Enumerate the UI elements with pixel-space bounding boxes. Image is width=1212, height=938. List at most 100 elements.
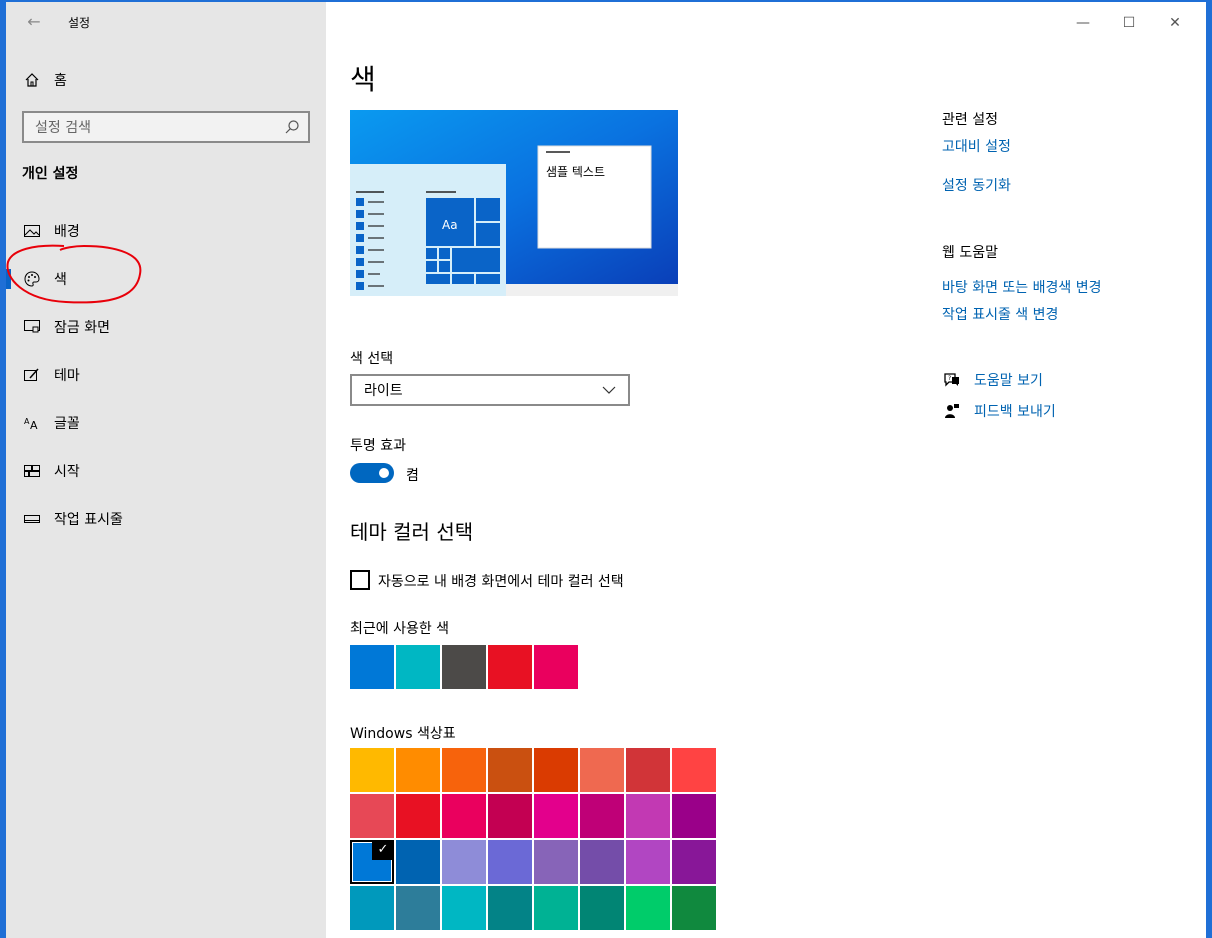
svg-text:?: ? bbox=[948, 375, 951, 382]
lock-screen-icon bbox=[22, 317, 42, 337]
sidebar-item-label: 배경 bbox=[54, 224, 80, 240]
palette-row: ✓ bbox=[350, 840, 718, 884]
red-annotation-circle bbox=[6, 244, 142, 304]
palette-color-swatch[interactable] bbox=[672, 748, 716, 792]
palette-color-swatch[interactable] bbox=[626, 840, 670, 884]
search-placeholder: 설정 검색 bbox=[35, 120, 91, 136]
toggle-knob bbox=[379, 468, 389, 478]
high-contrast-link[interactable]: 고대비 설정 bbox=[942, 136, 1011, 156]
recent-colors bbox=[350, 645, 580, 689]
palette-row bbox=[350, 794, 718, 838]
feedback-row[interactable]: 피드백 보내기 bbox=[942, 401, 1056, 421]
minimize-button[interactable]: — bbox=[1060, 10, 1106, 36]
palette-color-swatch[interactable] bbox=[488, 886, 532, 930]
windows-color-palette: ✓ bbox=[350, 748, 718, 932]
sidebar-item-taskbar[interactable]: 작업 표시줄 bbox=[6, 495, 326, 543]
palette-color-swatch[interactable] bbox=[350, 886, 394, 930]
auto-accent-checkbox[interactable] bbox=[350, 570, 370, 590]
settings-window: ← 설정 홈 설정 검색 개인 설정 배경 색 잠금 화면 테마 A A 글꼴 … bbox=[0, 0, 1212, 938]
window-controls: — ☐ ✕ bbox=[1060, 10, 1198, 36]
change-background-link[interactable]: 바탕 화면 또는 배경색 변경 bbox=[942, 277, 1101, 297]
get-help-row[interactable]: ? 도움말 보기 bbox=[942, 370, 1043, 390]
palette-color-swatch[interactable] bbox=[672, 886, 716, 930]
sidebar-item-label: 글꼴 bbox=[54, 416, 80, 432]
palette-color-swatch[interactable] bbox=[626, 886, 670, 930]
home-label: 홈 bbox=[54, 73, 67, 89]
palette-color-swatch[interactable] bbox=[534, 840, 578, 884]
palette-color-swatch[interactable] bbox=[488, 748, 532, 792]
sidebar-item-label: 잠금 화면 bbox=[54, 320, 110, 336]
sidebar-item-label: 작업 표시줄 bbox=[54, 512, 123, 528]
palette-color-swatch[interactable] bbox=[580, 748, 624, 792]
sidebar-item-lock-screen[interactable]: 잠금 화면 bbox=[6, 303, 326, 351]
get-help-link[interactable]: 도움말 보기 bbox=[974, 370, 1043, 390]
transparency-state: 켬 bbox=[406, 468, 419, 484]
palette-color-swatch[interactable] bbox=[350, 794, 394, 838]
sidebar-item-label: 테마 bbox=[54, 368, 80, 384]
palette-color-swatch[interactable] bbox=[534, 886, 578, 930]
palette-color-swatch[interactable] bbox=[396, 748, 440, 792]
palette-color-swatch[interactable] bbox=[350, 748, 394, 792]
palette-color-swatch[interactable]: ✓ bbox=[350, 840, 394, 884]
maximize-button[interactable]: ☐ bbox=[1106, 10, 1152, 36]
svg-text:A: A bbox=[30, 419, 38, 430]
page-title: 색 bbox=[350, 63, 376, 96]
recent-color-swatch[interactable] bbox=[442, 645, 486, 689]
palette-color-swatch[interactable] bbox=[488, 840, 532, 884]
sidebar-item-themes[interactable]: 테마 bbox=[6, 351, 326, 399]
sidebar-item-start[interactable]: 시작 bbox=[6, 447, 326, 495]
palette-color-swatch[interactable] bbox=[396, 886, 440, 930]
recent-color-swatch[interactable] bbox=[396, 645, 440, 689]
picture-icon bbox=[22, 221, 42, 241]
palette-color-swatch[interactable] bbox=[442, 840, 486, 884]
choose-color-label: 색 선택 bbox=[350, 351, 394, 367]
palette-color-swatch[interactable] bbox=[396, 840, 440, 884]
preview-sample-text: 샘플 텍스트 bbox=[546, 165, 605, 179]
transparency-toggle[interactable] bbox=[350, 463, 394, 483]
auto-accent-label: 자동으로 내 배경 화면에서 테마 컬러 선택 bbox=[378, 574, 624, 590]
content-pane: — ☐ ✕ 색 Aa 샘플 텍스트 색 선택 라이트 투명 효과 켬 테마 컬러… bbox=[326, 2, 1206, 938]
feedback-person-icon bbox=[942, 401, 962, 421]
palette-color-swatch[interactable] bbox=[534, 748, 578, 792]
choose-color-value: 라이트 bbox=[364, 383, 403, 399]
palette-color-swatch[interactable] bbox=[442, 886, 486, 930]
accent-color-heading: 테마 컬러 선택 bbox=[350, 520, 474, 544]
preview-tile-text: Aa bbox=[442, 218, 458, 232]
back-arrow-icon[interactable]: ← bbox=[24, 12, 44, 32]
palette-color-swatch[interactable] bbox=[396, 794, 440, 838]
palette-color-swatch[interactable] bbox=[672, 840, 716, 884]
palette-color-swatch[interactable] bbox=[626, 794, 670, 838]
palette-color-swatch[interactable] bbox=[442, 794, 486, 838]
recent-color-swatch[interactable] bbox=[350, 645, 394, 689]
home-nav-item[interactable]: 홈 bbox=[22, 68, 67, 92]
checkmark-icon: ✓ bbox=[372, 840, 394, 860]
palette-row bbox=[350, 748, 718, 792]
settings-search-box[interactable]: 설정 검색 bbox=[22, 111, 310, 143]
palette-color-swatch[interactable] bbox=[672, 794, 716, 838]
choose-color-dropdown[interactable]: 라이트 bbox=[350, 374, 630, 406]
web-help-heading: 웹 도움말 bbox=[942, 245, 998, 261]
change-taskbar-color-link[interactable]: 작업 표시줄 색 변경 bbox=[942, 304, 1058, 324]
chevron-down-icon bbox=[602, 383, 616, 397]
palette-color-swatch[interactable] bbox=[580, 840, 624, 884]
taskbar-icon bbox=[22, 509, 42, 529]
recent-color-swatch[interactable] bbox=[534, 645, 578, 689]
search-icon[interactable] bbox=[284, 119, 300, 135]
recent-color-swatch[interactable] bbox=[488, 645, 532, 689]
sync-settings-link[interactable]: 설정 동기화 bbox=[942, 175, 1011, 195]
sidebar: ← 설정 홈 설정 검색 개인 설정 배경 색 잠금 화면 테마 A A 글꼴 … bbox=[6, 2, 326, 938]
palette-color-swatch[interactable] bbox=[534, 794, 578, 838]
palette-color-swatch[interactable] bbox=[442, 748, 486, 792]
palette-color-swatch[interactable] bbox=[626, 748, 670, 792]
palette-color-swatch[interactable] bbox=[488, 794, 532, 838]
windows-palette-label: Windows 색상표 bbox=[350, 726, 456, 742]
close-button[interactable]: ✕ bbox=[1152, 10, 1198, 36]
personalization-heading: 개인 설정 bbox=[22, 166, 79, 182]
palette-color-swatch[interactable] bbox=[580, 794, 624, 838]
palette-color-swatch[interactable] bbox=[580, 886, 624, 930]
sidebar-item-fonts[interactable]: AA 글꼴 bbox=[6, 399, 326, 447]
transparency-label: 투명 효과 bbox=[350, 438, 406, 454]
feedback-link[interactable]: 피드백 보내기 bbox=[974, 401, 1056, 421]
start-icon bbox=[22, 461, 42, 481]
related-settings-heading: 관련 설정 bbox=[942, 112, 998, 128]
